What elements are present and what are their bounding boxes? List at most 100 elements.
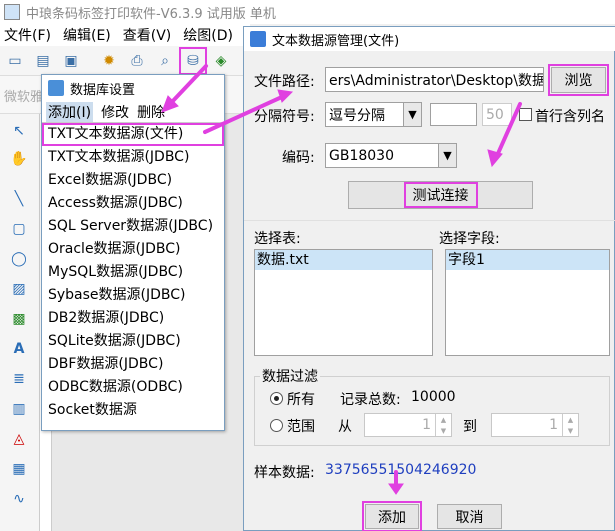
table-item[interactable]: 数据.txt: [255, 250, 432, 270]
encoding-value: GB18030: [329, 147, 394, 164]
app-title-bar: 中琅条码标签打印软件-V6.3.9 试用版 单机: [0, 0, 615, 24]
from-value: 1: [422, 417, 431, 433]
font-select[interactable]: 微软雅: [4, 86, 43, 105]
new-icon[interactable]: ▭: [4, 50, 26, 72]
file-path-field[interactable]: ers\Administrator\Desktop\数据.txt: [325, 67, 544, 92]
test-connection-button[interactable]: 测试连接: [348, 181, 533, 209]
tab-modify[interactable]: 修改: [101, 102, 129, 122]
sample-label: 样本数据:: [254, 465, 315, 481]
to-spinner[interactable]: 1 ▲ ▼: [491, 413, 579, 437]
database-settings-title-bar: 数据库设置: [42, 75, 224, 101]
qrcode-icon[interactable]: ▦: [8, 458, 30, 480]
total-value: 10000: [411, 389, 456, 405]
tab-delete[interactable]: 删除: [137, 102, 165, 122]
spinner-arrows-icon[interactable]: ▲ ▼: [435, 414, 451, 436]
range-radio[interactable]: [270, 419, 283, 432]
chevron-down-icon[interactable]: ▼: [438, 144, 456, 167]
separator-value: 逗号分隔: [329, 107, 385, 124]
divider: [244, 220, 615, 221]
open-icon[interactable]: ▤: [32, 50, 54, 72]
menu-file[interactable]: 文件(F): [4, 25, 51, 45]
ellipse-icon[interactable]: ◯: [8, 248, 30, 270]
save-icon[interactable]: ▣: [60, 50, 82, 72]
datasource-menu-item[interactable]: DB2数据源(JDBC): [42, 307, 224, 330]
curve-icon[interactable]: ∿: [8, 488, 30, 510]
hand-icon[interactable]: ✋: [8, 148, 30, 170]
datasource-menu: TXT文本数据源(文件) TXT文本数据源(JDBC) Excel数据源(JDBC)…: [42, 123, 224, 422]
to-label: 到: [463, 419, 477, 435]
rectangle-icon[interactable]: ▢: [8, 218, 30, 240]
richtext-icon[interactable]: ≣: [8, 368, 30, 390]
datasource-menu-item[interactable]: Excel数据源(JDBC): [42, 169, 224, 192]
dialog-title: 文本数据源管理(文件): [272, 33, 400, 49]
all-radio[interactable]: [270, 392, 283, 405]
menu-edit[interactable]: 编辑(E): [63, 25, 111, 45]
database-settings-popup: 数据库设置 添加(I) 修改 删除 TXT文本数据源(文件) TXT文本数据源(J…: [41, 74, 225, 431]
cancel-button[interactable]: 取消: [437, 504, 502, 529]
separator-number-field[interactable]: 50: [482, 103, 512, 126]
main-toolbar: ▭ ▤ ▣ ✹ ⎙ ⌕ ⛁ ◈: [0, 46, 250, 76]
app-logo-icon: [4, 4, 20, 20]
separator-select[interactable]: 逗号分隔 ▼: [325, 102, 422, 127]
barcode-icon[interactable]: ▥: [8, 398, 30, 420]
database-settings-icon: [48, 80, 64, 96]
dialog-title-bar: 文本数据源管理(文件): [244, 27, 615, 51]
datasource-menu-item[interactable]: TXT文本数据源(文件): [42, 123, 224, 146]
tool-panel: ↖ ✋ ╲ ▢ ◯ ▨ ▩ A ≣ ▥ ◬ ▦ ∿: [0, 114, 40, 531]
filter-label: 数据过滤: [260, 366, 320, 386]
separator-label: 分隔符号:: [254, 109, 315, 125]
from-label: 从: [338, 419, 352, 435]
cube-icon[interactable]: ◈: [210, 50, 232, 72]
sample-value: 33756551504246920: [325, 462, 477, 478]
separator-custom-field[interactable]: [430, 103, 477, 126]
database-settings-title: 数据库设置: [70, 82, 136, 98]
datasource-menu-item[interactable]: DBF数据源(JDBC): [42, 353, 224, 376]
pointer-icon[interactable]: ↖: [8, 120, 30, 142]
first-row-label: 首行含列名: [535, 109, 605, 125]
browse-button[interactable]: 浏览: [548, 64, 609, 96]
datasource-menu-item[interactable]: Sybase数据源(JDBC): [42, 284, 224, 307]
from-spinner[interactable]: 1 ▲ ▼: [364, 413, 452, 437]
file-path-label: 文件路径:: [254, 74, 315, 90]
encoding-select[interactable]: GB18030 ▼: [325, 143, 457, 168]
print-icon[interactable]: ⎙: [126, 50, 148, 72]
datasource-menu-item[interactable]: SQL Server数据源(JDBC): [42, 215, 224, 238]
add-button[interactable]: 添加: [362, 501, 422, 531]
all-label: 所有: [287, 392, 315, 408]
menu-view[interactable]: 查看(V): [123, 25, 172, 45]
tab-add[interactable]: 添加(I): [46, 101, 94, 122]
settings-icon[interactable]: ✹: [98, 50, 120, 72]
encoding-label: 编码:: [282, 150, 315, 166]
datasource-menu-item[interactable]: Access数据源(JDBC): [42, 192, 224, 215]
test-connection-label: 测试连接: [403, 182, 478, 208]
field-item[interactable]: 字段1: [446, 250, 609, 270]
picture-icon[interactable]: ▨: [8, 278, 30, 300]
text-datasource-dialog: 文本数据源管理(文件) 文件路径: ers\Administrator\Desk…: [243, 26, 615, 531]
datasource-menu-item[interactable]: ODBC数据源(ODBC): [42, 376, 224, 399]
select-field-label: 选择字段:: [439, 231, 500, 247]
total-label: 记录总数:: [340, 392, 401, 408]
database-settings-tabs: 添加(I) 修改 删除: [42, 101, 224, 123]
database-icon[interactable]: ⛁: [179, 46, 207, 75]
shape-icon[interactable]: ◬: [8, 428, 30, 450]
app-title: 中琅条码标签打印软件-V6.3.9 试用版 单机: [26, 6, 276, 22]
datasource-menu-item[interactable]: SQLite数据源(JDBC): [42, 330, 224, 353]
to-value: 1: [549, 417, 558, 433]
datasource-menu-item[interactable]: Oracle数据源(JDBC): [42, 238, 224, 261]
first-row-checkbox[interactable]: [519, 108, 532, 121]
datasource-menu-item[interactable]: TXT文本数据源(JDBC): [42, 146, 224, 169]
select-table-label: 选择表:: [254, 231, 301, 247]
image-icon[interactable]: ▩: [8, 308, 30, 330]
menu-draw[interactable]: 绘图(D): [183, 25, 233, 45]
spinner-arrows-icon[interactable]: ▲ ▼: [562, 414, 578, 436]
text-icon[interactable]: A: [8, 338, 30, 360]
datasource-menu-item[interactable]: Socket数据源: [42, 399, 224, 422]
menu-bar: 文件(F) 编辑(E) 查看(V) 绘图(D): [0, 24, 250, 46]
field-list[interactable]: 字段1: [445, 249, 610, 356]
table-list[interactable]: 数据.txt: [254, 249, 433, 356]
preview-icon[interactable]: ⌕: [154, 50, 176, 72]
dialog-icon: [250, 31, 266, 47]
chevron-down-icon[interactable]: ▼: [403, 103, 421, 126]
line-icon[interactable]: ╲: [8, 188, 30, 210]
datasource-menu-item[interactable]: MySQL数据源(JDBC): [42, 261, 224, 284]
